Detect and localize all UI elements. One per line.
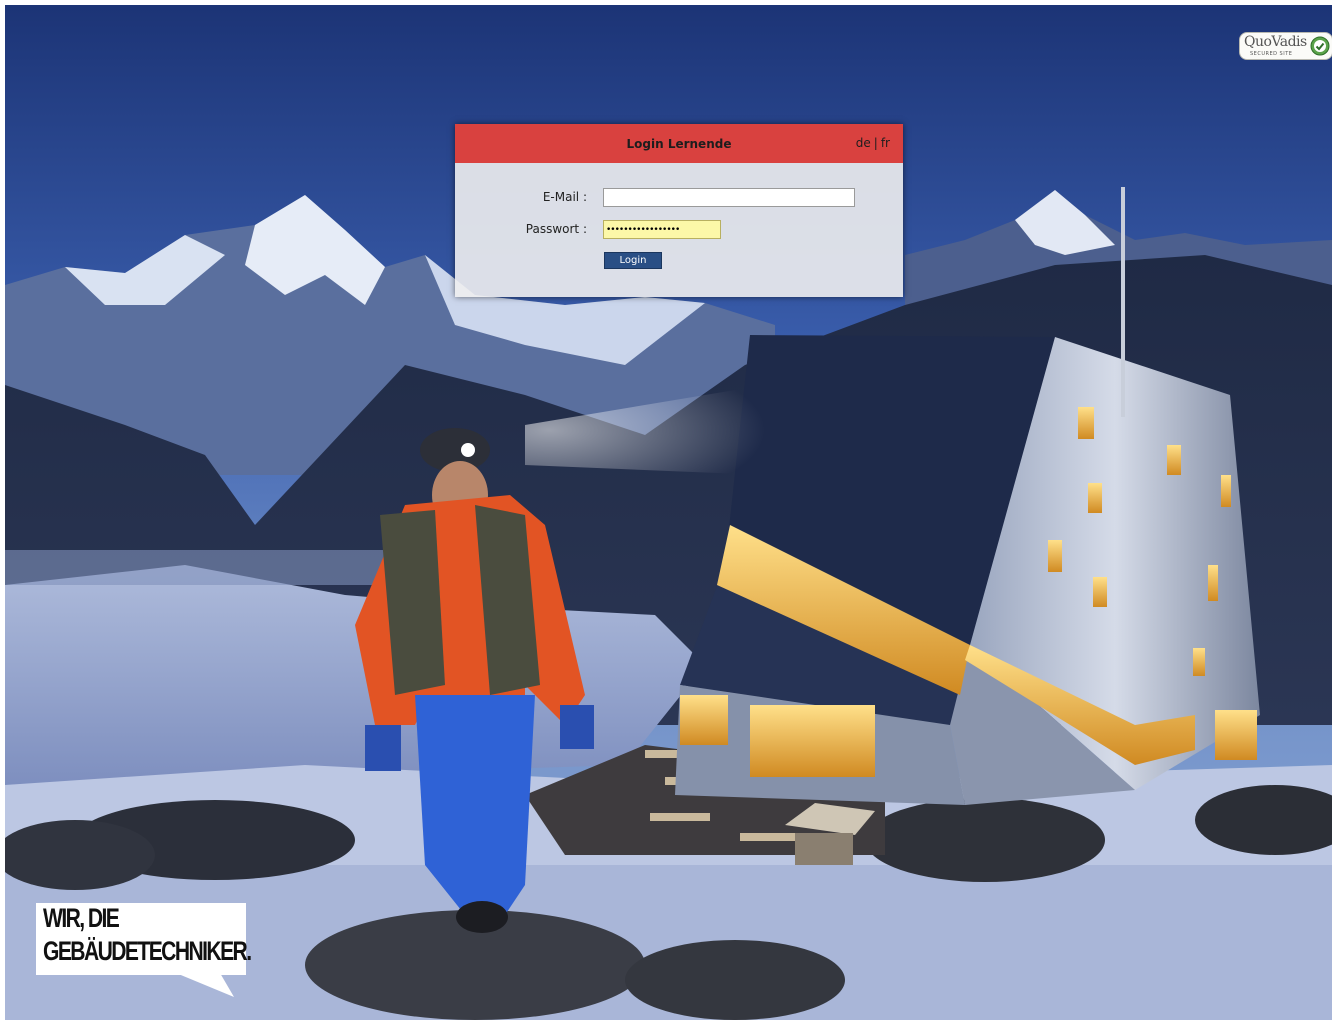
checkmark-seal-icon	[1310, 36, 1330, 56]
page-stage: QuoVadis SECURED SITE Login Lernende de |…	[5, 5, 1332, 1020]
seal-brand-name: QuoVadis	[1244, 34, 1307, 50]
slogan-line-2: GEBÄUDETECHNIKER.	[43, 936, 252, 966]
email-field[interactable]	[603, 188, 855, 207]
login-dialog: Login Lernende de | fr E-Mail : Passwort :…	[455, 124, 903, 297]
login-header: Login Lernende de | fr	[455, 124, 903, 163]
login-form: E-Mail : Passwort : Login	[455, 163, 903, 297]
password-label: Passwort :	[525, 222, 587, 236]
language-separator: |	[873, 136, 878, 150]
language-link-fr[interactable]: fr	[881, 136, 890, 150]
language-link-de[interactable]: de	[856, 136, 871, 150]
language-switcher: de | fr	[856, 136, 890, 150]
speech-bubble-tail-icon	[176, 973, 234, 997]
password-field[interactable]	[603, 220, 721, 239]
email-label: E-Mail :	[542, 190, 587, 204]
slogan-bubble: WIR, DIE GEBÄUDETECHNIKER.	[36, 903, 252, 999]
security-seal-badge[interactable]: QuoVadis SECURED SITE	[1239, 32, 1332, 60]
seal-subtitle: SECURED SITE	[1250, 51, 1293, 57]
slogan-line-1: WIR, DIE	[43, 903, 120, 933]
login-title: Login Lernende	[626, 137, 732, 151]
login-button[interactable]: Login	[604, 252, 662, 269]
